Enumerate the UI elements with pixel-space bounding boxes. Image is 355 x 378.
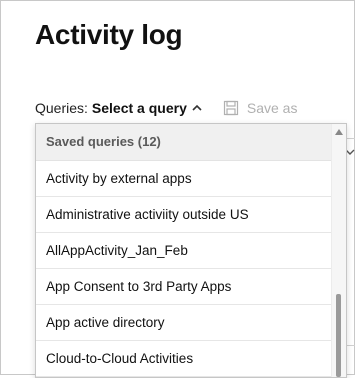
saved-queries-header: Saved queries (12) [36,124,331,161]
saved-queries-dropdown[interactable]: Saved queries (12) Activity by external … [35,123,347,378]
queries-bar: Queries: Select a query Save as [35,99,297,117]
save-as-label: Save as [246,100,298,116]
background-divider [346,345,355,346]
chevron-up-icon [192,104,202,111]
scroll-up-arrow-icon[interactable] [334,128,344,136]
page-title: Activity log [35,19,183,50]
background-divider [346,138,355,139]
save-icon [223,100,238,116]
query-item-activity-by-external-apps[interactable]: Activity by external apps [36,161,331,197]
scrollbar-thumb[interactable] [336,294,341,377]
select-query-button[interactable]: Select a query [92,100,203,116]
window-frame: Activity log Queries: Select a query Sav… [0,0,355,378]
query-item-administrative-activity-outside-us[interactable]: Administrative activiity outside US [36,197,331,233]
query-item-app-active-directory[interactable]: App active directory [36,305,331,341]
query-item-cloud-to-cloud[interactable]: Cloud-to-Cloud Activities [36,341,331,377]
query-item-allappactivity-jan-feb[interactable]: AllAppActivity_Jan_Feb [36,233,331,269]
query-item-app-consent[interactable]: App Consent to 3rd Party Apps [36,269,331,305]
dropdown-scrollbar[interactable] [331,124,346,377]
select-query-label: Select a query [91,100,187,116]
saved-queries-list: Saved queries (12) Activity by external … [36,124,331,377]
queries-label: Queries: [35,100,88,116]
save-as-button[interactable]: Save as [223,100,298,116]
